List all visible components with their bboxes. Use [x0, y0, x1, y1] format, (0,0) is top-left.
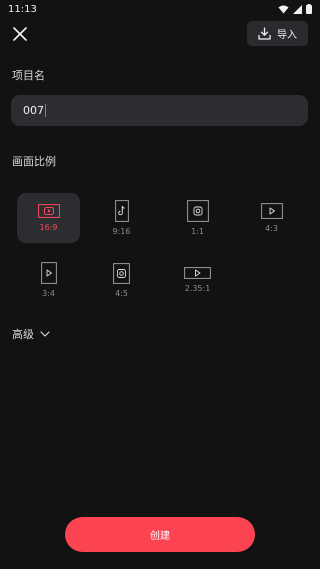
play-icon [260, 203, 283, 219]
import-button[interactable]: 导入 [247, 21, 308, 46]
instagram-icon [113, 262, 130, 284]
chevron-down-icon [40, 331, 50, 337]
close-button[interactable] [10, 24, 30, 44]
close-icon [13, 27, 27, 41]
top-bar: 导入 [0, 18, 320, 52]
project-name-value: 007 [23, 104, 44, 117]
ratio-label: 4:3 [265, 224, 278, 233]
status-bar: 11:13 [0, 0, 320, 18]
ratio-option-4-3[interactable]: 4:3 [240, 193, 303, 243]
ratio-label: 16:9 [39, 223, 58, 232]
signal-icon [293, 4, 302, 14]
youtube-icon [37, 204, 60, 218]
status-time: 11:13 [8, 3, 37, 15]
ratio-label: 9:16 [112, 227, 131, 236]
status-icons [278, 4, 312, 14]
play-icon [184, 267, 211, 279]
ratio-option-1-1[interactable]: 1:1 [166, 193, 229, 243]
ratio-option-3-4[interactable]: 3:4 [17, 255, 80, 305]
wifi-icon [278, 5, 289, 13]
battery-icon [306, 4, 312, 14]
aspect-ratio-label: 画面比例 [12, 155, 56, 168]
play-icon [40, 262, 57, 284]
import-label: 导入 [277, 30, 297, 41]
ratio-option-16-9[interactable]: 16:9 [17, 193, 80, 243]
ratio-option-9-16[interactable]: 9:16 [90, 193, 153, 243]
ratio-label: 2.35:1 [184, 284, 211, 293]
ratio-option-4-5[interactable]: 4:5 [90, 255, 153, 305]
text-caret [45, 104, 46, 117]
ratio-option-2-35-1[interactable]: 2.35:1 [166, 255, 229, 305]
tiktok-icon [114, 200, 129, 222]
project-name-input[interactable]: 007 [11, 95, 308, 126]
advanced-label: 高级 [12, 328, 34, 341]
download-icon [258, 27, 271, 40]
ratio-label: 3:4 [42, 289, 55, 298]
create-button[interactable]: 创建 [65, 517, 255, 552]
project-name-label: 项目名 [12, 69, 45, 82]
instagram-icon [186, 200, 209, 222]
ratio-label: 1:1 [191, 227, 204, 236]
ratio-label: 4:5 [115, 288, 128, 298]
advanced-toggle[interactable]: 高级 [12, 326, 50, 342]
